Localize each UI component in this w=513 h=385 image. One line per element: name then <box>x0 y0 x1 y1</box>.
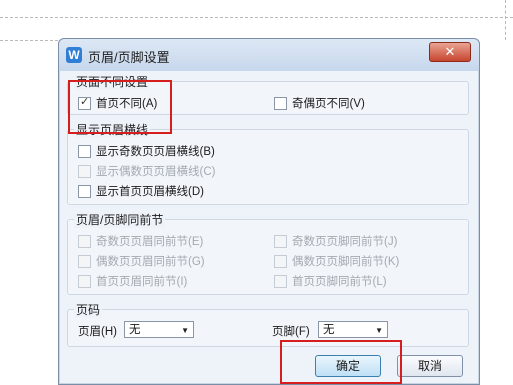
odd-header-same-checkbox[interactable]: 奇数页页眉同前节(E) <box>78 233 203 249</box>
checkbox-icon <box>78 254 91 268</box>
checkbox-icon <box>274 254 287 268</box>
first-header-line-checkbox[interactable]: 显示首页页眉横线(D) <box>78 183 204 199</box>
header-page-number-label: 页眉(H) <box>78 326 117 338</box>
group-label: 页眉/页脚同前节 <box>74 211 166 228</box>
dialog-title: 页眉/页脚设置 <box>88 50 170 65</box>
checkbox-icon <box>78 184 91 198</box>
cancel-button[interactable]: 取消 <box>397 355 463 377</box>
highlight-box-first-page <box>68 80 172 134</box>
odd-even-different-checkbox[interactable]: 奇偶页不同(V) <box>274 95 365 111</box>
checkbox-label: 奇数页页脚同前节(J) <box>292 236 398 248</box>
document-margin-line <box>0 17 513 18</box>
checkbox-label: 首页页眉同前节(I) <box>96 276 188 288</box>
first-footer-same-checkbox[interactable]: 首页页脚同前节(L) <box>274 273 387 289</box>
even-footer-same-checkbox[interactable]: 偶数页页脚同前节(K) <box>274 253 399 269</box>
group-label: 页码 <box>74 301 103 318</box>
checkbox-label: 偶数页页脚同前节(K) <box>292 256 400 268</box>
footer-page-number-select[interactable]: 无 ▼ <box>318 321 388 338</box>
checkbox-icon <box>78 164 91 178</box>
header-line-group: 显示页眉横线 显示奇数页页眉横线(B) 显示偶数页页眉横线(C) 显示首页页眉横… <box>67 121 469 205</box>
checkbox-label: 奇数页页眉同前节(E) <box>96 236 204 248</box>
even-header-same-checkbox[interactable]: 偶数页页眉同前节(G) <box>78 253 205 269</box>
document-margin-line <box>505 0 506 40</box>
checkbox-label: 奇偶页不同(V) <box>292 98 365 110</box>
checkbox-icon <box>274 274 287 288</box>
close-button[interactable]: ✕ <box>429 42 471 62</box>
checkbox-icon <box>78 144 91 158</box>
odd-header-line-checkbox[interactable]: 显示奇数页页眉横线(B) <box>78 143 215 159</box>
wps-app-icon: W <box>66 47 82 63</box>
select-value: 无 <box>129 324 141 336</box>
select-value: 无 <box>323 324 335 336</box>
checkbox-label: 显示偶数页页眉横线(C) <box>96 166 216 178</box>
checkbox-icon <box>78 234 91 248</box>
checkbox-label: 首页页脚同前节(L) <box>292 276 387 288</box>
checkbox-icon <box>274 234 287 248</box>
header-page-number-select[interactable]: 无 ▼ <box>124 321 194 338</box>
checkbox-icon <box>274 96 287 110</box>
dropdown-arrow-icon: ▼ <box>375 326 383 335</box>
highlight-box-ok-button <box>280 340 402 384</box>
dropdown-arrow-icon: ▼ <box>181 326 189 335</box>
document-margin-line <box>0 40 58 41</box>
checkbox-icon <box>78 274 91 288</box>
page-number-group: 页码 页眉(H) 无 ▼ 页脚(F) 无 ▼ <box>67 301 469 347</box>
title-bar: W 页眉/页脚设置 ✕ <box>59 39 479 71</box>
checkbox-label: 显示奇数页页眉横线(B) <box>96 146 215 158</box>
odd-footer-same-checkbox[interactable]: 奇数页页脚同前节(J) <box>274 233 397 249</box>
even-header-line-checkbox[interactable]: 显示偶数页页眉横线(C) <box>78 163 215 179</box>
footer-page-number-label: 页脚(F) <box>272 326 310 338</box>
close-icon: ✕ <box>444 44 456 59</box>
same-as-previous-group: 页眉/页脚同前节 奇数页页眉同前节(E) 奇数页页脚同前节(J) 偶数页页眉同前… <box>67 211 469 295</box>
checkbox-label: 偶数页页眉同前节(G) <box>96 256 205 268</box>
first-header-same-checkbox[interactable]: 首页页眉同前节(I) <box>78 273 187 289</box>
checkbox-label: 显示首页页眉横线(D) <box>96 186 204 198</box>
